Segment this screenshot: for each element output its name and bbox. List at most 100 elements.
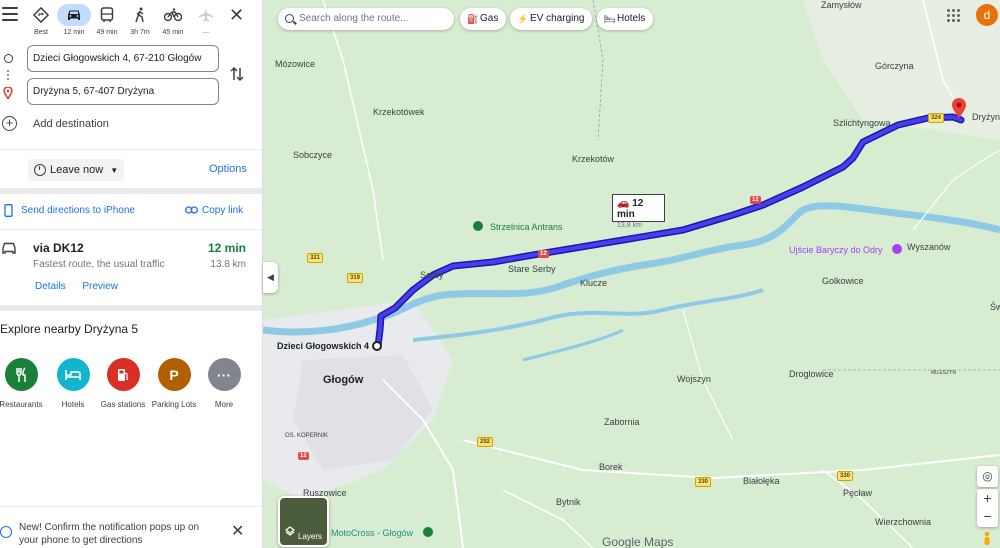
chip-hotels[interactable]: 🛏 Hotels: [597, 8, 654, 30]
directions-panel: Best 12 min 49 min 3h 7m 45 min — ✕ Dzie…: [0, 0, 263, 548]
mode-label: 3h 7m: [130, 29, 150, 36]
route-time: 12 min: [207, 241, 246, 255]
car-icon: [1, 241, 17, 260]
map-label: Głogów: [323, 374, 364, 386]
category-more[interactable]: ··· More: [201, 358, 247, 410]
divider: [0, 506, 262, 507]
collapse-panel-button[interactable]: ◀: [263, 262, 278, 293]
bed-icon: 🛏: [604, 14, 616, 24]
mode-label: 12 min: [63, 29, 85, 36]
search-icon: [285, 14, 294, 23]
callout-distance: 13,8 km: [617, 222, 642, 229]
mode-driving[interactable]: 12 min: [57, 4, 91, 36]
category-label: Restaurants: [0, 400, 43, 409]
origin-input[interactable]: Dzieci Głogowskich 4, 67-210 Głogów: [27, 45, 219, 72]
road-shield: 12: [750, 196, 761, 204]
map-label: Krzekotówek: [373, 107, 425, 117]
mode-cycling[interactable]: 45 min: [156, 4, 190, 36]
map-label: Golkowice: [822, 276, 864, 286]
google-maps-logo: Google Maps: [602, 535, 674, 548]
mode-transit[interactable]: 49 min: [90, 4, 124, 36]
map-poi-label[interactable]: Ujście Baryczy do Odry: [789, 245, 883, 255]
category-gas-stations[interactable]: Gas stations: [100, 358, 146, 410]
info-icon: [0, 526, 12, 538]
dropdown-arrow-icon: ▼: [110, 166, 119, 175]
zoom-controls: + −: [977, 489, 998, 527]
route-description: Fastest route, the usual traffic: [33, 259, 165, 270]
send-directions-link[interactable]: Send directions to iPhone: [21, 205, 135, 216]
pegman-icon[interactable]: [982, 531, 992, 547]
map-label: Wyszanów: [907, 242, 951, 252]
apps-grid-icon[interactable]: [947, 9, 961, 23]
options-button[interactable]: Options: [209, 163, 247, 175]
map-label: Krzekotów: [572, 154, 615, 164]
zoom-in-button[interactable]: +: [977, 489, 998, 508]
map-label: Wojszyn: [677, 374, 711, 384]
category-restaurants[interactable]: Restaurants: [0, 358, 44, 410]
diamond-directions-icon: [24, 4, 58, 26]
route-dots-icon: [7, 70, 9, 82]
menu-icon[interactable]: [2, 7, 18, 21]
add-destination-button[interactable]: + Add destination: [0, 115, 262, 135]
preview-button[interactable]: Preview: [82, 281, 118, 292]
copy-link-button[interactable]: Copy link: [202, 205, 243, 216]
plane-icon: [189, 4, 223, 26]
leave-now-label: Leave now: [50, 164, 104, 176]
mode-walking[interactable]: 3h 7m: [123, 4, 157, 36]
chip-label: EV charging: [530, 13, 585, 24]
phone-icon: [4, 204, 13, 220]
close-directions-icon[interactable]: ✕: [229, 6, 244, 24]
walking-icon: [123, 4, 157, 26]
search-along-route-input[interactable]: Search along the route...: [278, 8, 454, 30]
map-label: Sobczyce: [293, 150, 333, 160]
mode-flights[interactable]: —: [189, 4, 223, 36]
chip-label: Gas: [480, 13, 499, 24]
maps-app: Best 12 min 49 min 3h 7m 45 min — ✕ Dzie…: [0, 0, 1000, 548]
map-label: Klucze: [580, 278, 608, 288]
map-label: Droglowice: [789, 369, 834, 379]
map-canvas[interactable]: Zamysłów Górczyna Mózowice Krzekotówek S…: [263, 0, 1000, 548]
map-label: Mózowice: [275, 59, 316, 69]
divider: [0, 305, 262, 311]
destination-input[interactable]: Dryżyna 5, 67-407 Dryżyna: [27, 78, 219, 105]
chip-gas[interactable]: ⛽ Gas: [460, 8, 507, 30]
my-location-icon[interactable]: ◎: [977, 466, 998, 487]
map-label: Wierzchownia: [875, 517, 932, 527]
map-label: Białołęka: [743, 476, 780, 486]
map-label: Pęcław: [843, 488, 873, 498]
category-label: Gas stations: [100, 400, 146, 409]
parking-icon: P: [157, 358, 191, 391]
layers-icon: [285, 523, 295, 541]
chip-ev-charging[interactable]: ⚡ EV charging: [510, 8, 593, 30]
map-poi-label[interactable]: MotoCross - Głogów: [331, 528, 413, 538]
category-parking-lots[interactable]: P Parking Lots: [151, 358, 197, 410]
leave-now-dropdown[interactable]: Leave now ▼: [28, 159, 125, 181]
destination-pin-icon: [3, 86, 13, 104]
more-dots-icon: ···: [207, 358, 241, 391]
ev-charging-icon: ⚡: [517, 14, 529, 24]
bus-icon: [90, 4, 124, 26]
category-label: Parking Lots: [151, 400, 197, 409]
map-poi-label[interactable]: Strzelnica Antrans: [490, 222, 563, 232]
map-label: Stare Serby: [508, 264, 556, 274]
origin-circle-icon: [4, 54, 13, 63]
mode-label: 45 min: [162, 29, 184, 36]
mode-best[interactable]: Best: [24, 4, 58, 36]
swap-icon[interactable]: [230, 66, 244, 87]
account-avatar[interactable]: d: [976, 4, 998, 26]
map-label: Św: [990, 302, 1000, 312]
add-destination-label: Add destination: [33, 118, 109, 130]
share-row: Send directions to iPhone Copy link: [0, 203, 262, 221]
route-time-callout[interactable]: 🚗 12 min 13,8 km: [612, 194, 665, 229]
category-hotels[interactable]: Hotels: [50, 358, 96, 410]
layers-button[interactable]: Layers: [278, 496, 329, 547]
map-background: [263, 0, 1000, 548]
mode-label: 49 min: [96, 29, 118, 36]
map-label: Zabornia: [604, 417, 640, 427]
zoom-out-button[interactable]: −: [977, 508, 998, 527]
travel-mode-bar: Best 12 min 49 min 3h 7m 45 min — ✕: [0, 0, 262, 42]
divider: [0, 188, 262, 194]
close-notification-icon[interactable]: ✕: [231, 521, 244, 541]
details-button[interactable]: Details: [35, 281, 66, 292]
link-icon: [185, 206, 198, 217]
